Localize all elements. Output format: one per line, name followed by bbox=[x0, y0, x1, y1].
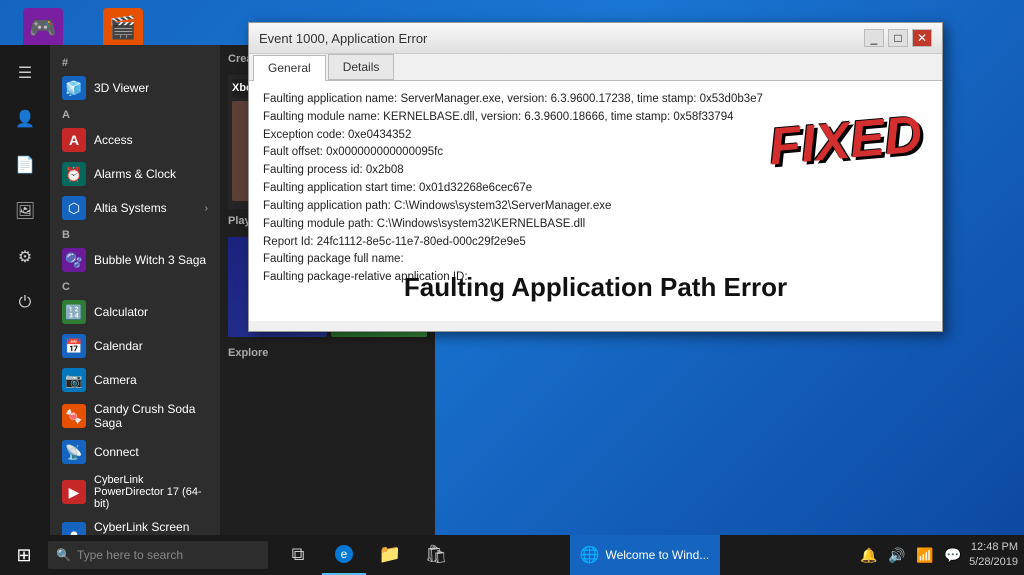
volume-icon[interactable]: 🔊 bbox=[885, 543, 909, 567]
clock-time: 12:48 PM bbox=[969, 540, 1018, 555]
section-header-c: C bbox=[54, 277, 216, 295]
dialog-maximize-btn[interactable]: □ bbox=[888, 29, 908, 47]
app-3dviewer[interactable]: 🧊 3D Viewer bbox=[54, 71, 216, 105]
search-placeholder: Type here to search bbox=[77, 548, 183, 562]
app-3dviewer-label: 3D Viewer bbox=[94, 81, 149, 95]
power-icon[interactable]: ⏻ bbox=[5, 283, 45, 323]
calendar-icon: 📅 bbox=[62, 334, 86, 358]
tiles-explore-label: Explore bbox=[228, 347, 268, 359]
action-center-icon[interactable]: 💬 bbox=[941, 543, 965, 567]
app-alarms[interactable]: ⏰ Alarms & Clock bbox=[54, 157, 216, 191]
start-menu-apps: # 🧊 3D Viewer A A Access ⏰ Alarms & Cloc… bbox=[50, 45, 220, 535]
candycrush-icon: 🍬 bbox=[62, 404, 86, 428]
dialog-title: Event 1000, Application Error bbox=[259, 31, 427, 46]
cyberlinksr-icon: ⏺ bbox=[62, 522, 86, 535]
fixed-badge: FIXED bbox=[766, 94, 926, 188]
section-header-b: B bbox=[54, 225, 216, 243]
documents-icon[interactable]: 📄 bbox=[5, 145, 45, 185]
start-symbol: ⊞ bbox=[16, 545, 31, 566]
app-bubblewitch[interactable]: 🫧 Bubble Witch 3 Saga bbox=[54, 243, 216, 277]
taskbar-store[interactable]: 🛍 bbox=[414, 535, 458, 575]
search-icon: 🔍 bbox=[56, 548, 71, 562]
app-connect-label: Connect bbox=[94, 445, 139, 459]
alarms-icon: ⏰ bbox=[62, 162, 86, 186]
app-access[interactable]: A Access bbox=[54, 123, 216, 157]
bubblewitch-icon: 🫧 bbox=[62, 248, 86, 272]
app-calendar-label: Calendar bbox=[94, 339, 143, 353]
calculator-icon: 🔢 bbox=[62, 300, 86, 324]
app-alarms-label: Alarms & Clock bbox=[94, 167, 176, 181]
taskbar-taskview[interactable]: ⧉ bbox=[276, 535, 320, 575]
altia-icon: ⬡ bbox=[62, 196, 86, 220]
user-icon[interactable]: 👤 bbox=[5, 99, 45, 139]
error-line-8: Faulting module path: C:\Windows\system3… bbox=[263, 216, 928, 234]
connect-icon: 📡 bbox=[62, 440, 86, 464]
taskbar-system-tray: 🔔 🔊 📶 💬 12:48 PM 5/28/2019 bbox=[857, 540, 1024, 571]
error-line-7: Faulting application path: C:\Windows\sy… bbox=[263, 198, 928, 216]
svg-text:e: e bbox=[341, 547, 348, 561]
dialog-minimize-btn[interactable]: _ bbox=[864, 29, 884, 47]
app-cyberlinkpd-label: CyberLink PowerDirector 17 (64-bit) bbox=[94, 474, 208, 510]
settings-icon[interactable]: ⚙ bbox=[5, 237, 45, 277]
error-line-9: Report Id: 24fc1112-8e5c-11e7-80ed-000c2… bbox=[263, 234, 928, 252]
taskbar-explorer[interactable]: 📁 bbox=[368, 535, 412, 575]
app-candycrush-label: Candy Crush Soda Saga bbox=[94, 402, 208, 430]
app-bubblewitch-label: Bubble Witch 3 Saga bbox=[94, 253, 206, 267]
desktop: 🎮 PinnedSta... 🎬 PinStarStudio 19 ☰ 👤 📄 … bbox=[0, 0, 1024, 575]
error-dialog: Event 1000, Application Error _ □ ✕ Gene… bbox=[248, 22, 943, 332]
taskbar: ⊞ 🔍 Type here to search ⧉ e 📁 🛍 🌐 Welcom… bbox=[0, 535, 1024, 575]
app-connect[interactable]: 📡 Connect bbox=[54, 435, 216, 469]
hamburger-icon[interactable]: ☰ bbox=[5, 53, 45, 93]
time-display[interactable]: 12:48 PM 5/28/2019 bbox=[969, 540, 1018, 571]
access-icon: A bbox=[62, 128, 86, 152]
app-access-label: Access bbox=[94, 133, 133, 147]
start-button[interactable]: ⊞ bbox=[0, 535, 48, 575]
start-menu: ☰ 👤 📄 🖼 ⚙ ⏻ # 🧊 3D Viewer A A Access ⏰ A… bbox=[0, 45, 220, 535]
dialog-close-btn[interactable]: ✕ bbox=[912, 29, 932, 47]
3dviewer-icon: 🧊 bbox=[62, 76, 86, 100]
pictures-icon[interactable]: 🖼 bbox=[5, 191, 45, 231]
taskbar-welcome-text: Welcome to Wind... bbox=[605, 548, 709, 562]
app-cyberlinksr-label: CyberLink Screen Recorder 2 bbox=[94, 520, 208, 535]
faulting-title: Faulting Application Path Error bbox=[263, 267, 928, 307]
clock-date: 5/28/2019 bbox=[969, 555, 1018, 570]
app-calculator[interactable]: 🔢 Calculator bbox=[54, 295, 216, 329]
edge-taskbar-icon: 🌐 bbox=[580, 545, 600, 565]
taskbar-pinned-items: ⧉ e 📁 🛍 bbox=[276, 535, 564, 575]
search-bar[interactable]: 🔍 Type here to search bbox=[48, 541, 268, 569]
dialog-content: Faulting application name: ServerManager… bbox=[249, 81, 942, 321]
taskbar-edge[interactable]: e bbox=[322, 535, 366, 575]
app-altia[interactable]: ⬡ Altia Systems › bbox=[54, 191, 216, 225]
app-calendar[interactable]: 📅 Calendar bbox=[54, 329, 216, 363]
dialog-tabs: General Details bbox=[249, 54, 942, 81]
tab-details[interactable]: Details bbox=[328, 54, 395, 80]
network-icon[interactable]: 📶 bbox=[913, 543, 937, 567]
tab-general[interactable]: General bbox=[253, 55, 326, 81]
notification-icon[interactable]: 🔔 bbox=[857, 543, 881, 567]
app-camera[interactable]: 📷 Camera bbox=[54, 363, 216, 397]
app-cyberlinkpd[interactable]: ▶ CyberLink PowerDirector 17 (64-bit) bbox=[54, 469, 216, 515]
app-candycrush[interactable]: 🍬 Candy Crush Soda Saga bbox=[54, 397, 216, 435]
pinstudio-icon: 🎬 bbox=[103, 8, 143, 48]
app-calculator-label: Calculator bbox=[94, 305, 148, 319]
edge-icon: e bbox=[334, 544, 354, 564]
app-camera-label: Camera bbox=[94, 373, 137, 387]
cyberlinkpd-icon: ▶ bbox=[62, 480, 86, 504]
section-header-hash: # bbox=[54, 53, 216, 71]
pinnedstation-icon: 🎮 bbox=[23, 8, 63, 48]
app-altia-label: Altia Systems bbox=[94, 201, 167, 215]
section-header-a: A bbox=[54, 105, 216, 123]
camera-icon: 📷 bbox=[62, 368, 86, 392]
taskbar-welcome-item[interactable]: 🌐 Welcome to Wind... bbox=[570, 535, 720, 575]
dialog-titlebar: Event 1000, Application Error _ □ ✕ bbox=[249, 23, 942, 54]
start-menu-left-rail: ☰ 👤 📄 🖼 ⚙ ⏻ bbox=[0, 45, 50, 535]
app-cyberlinksr[interactable]: ⏺ CyberLink Screen Recorder 2 bbox=[54, 515, 216, 535]
